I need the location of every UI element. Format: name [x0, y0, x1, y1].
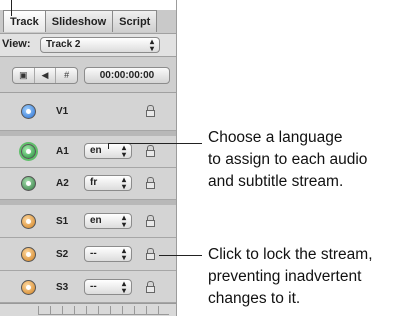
track-inspector-panel: Track Slideshow Script View: Track 2 ▴ ▾ … — [0, 0, 177, 316]
grid-icon[interactable]: # — [56, 68, 77, 83]
language-value: -- — [90, 248, 97, 259]
stream-label: A2 — [56, 178, 69, 189]
display-mode-buttons: ▣ ◀ # — [12, 67, 78, 84]
chevron-updown-icon: ▴ ▾ — [121, 143, 126, 159]
speaker-icon[interactable]: ◀ — [35, 68, 57, 83]
language-value: -- — [90, 281, 97, 292]
film-icon[interactable]: ▣ — [13, 68, 35, 83]
stream-label: S2 — [56, 249, 69, 260]
lock-icon[interactable] — [146, 177, 155, 189]
lock-icon[interactable] — [146, 105, 155, 117]
lock-icon[interactable] — [146, 145, 155, 157]
timeline-zoom-bar — [0, 303, 176, 316]
view-select-value: Track 2 — [46, 39, 81, 50]
stream-row-a2[interactable]: A2 fr ▴ ▾ — [0, 168, 176, 200]
lock-icon[interactable] — [146, 281, 155, 293]
stream-row-s1[interactable]: S1 en ▴ ▾ — [0, 205, 176, 238]
callout-lock-line-1: Click to lock the stream, — [208, 246, 373, 263]
timecode-field[interactable]: 00:00:00:00 — [84, 67, 170, 84]
lock-icon[interactable] — [146, 215, 155, 227]
callout-lock-line-2: preventing inadvertent — [208, 268, 362, 285]
subtitle-stream-icon — [21, 247, 36, 262]
subtitle-stream-icon — [21, 214, 36, 229]
callout-language-line-2: to assign to each audio — [208, 151, 368, 168]
callout-lock: Click to lock the stream, preventing ina… — [208, 244, 373, 310]
tab-track[interactable]: Track — [3, 10, 46, 32]
view-select[interactable]: Track 2 ▴ ▾ — [40, 37, 160, 53]
callout-language-line-1: Choose a language — [208, 129, 343, 146]
toolbar-row: ▣ ◀ # 00:00:00:00 — [0, 57, 176, 93]
language-value: en — [90, 215, 102, 226]
tab-bar: Track Slideshow Script — [3, 10, 158, 33]
chevron-updown-icon: ▴ ▾ — [121, 213, 126, 229]
tab-script[interactable]: Script — [112, 10, 158, 32]
chevron-updown-icon: ▴ ▾ — [121, 279, 126, 295]
language-select[interactable]: -- ▴ ▾ — [84, 279, 132, 295]
callout-line-tabs — [11, 0, 12, 16]
callout-language-line-3: and subtitle stream. — [208, 173, 344, 190]
stream-label: S1 — [56, 216, 69, 227]
top-strip — [0, 0, 176, 10]
tab-slideshow[interactable]: Slideshow — [44, 10, 114, 32]
stream-row-a1[interactable]: A1 en ▴ ▾ — [0, 136, 176, 168]
stream-label: A1 — [56, 146, 69, 157]
language-value: fr — [90, 177, 98, 188]
chevron-updown-icon: ▴ ▾ — [149, 37, 154, 53]
stream-row-s3[interactable]: S3 -- ▴ ▾ — [0, 271, 176, 303]
language-select[interactable]: en ▴ ▾ — [84, 213, 132, 229]
zoom-slider[interactable] — [38, 306, 169, 315]
stream-row-v1[interactable]: V1 — [0, 93, 176, 131]
chevron-updown-icon: ▴ ▾ — [121, 246, 126, 262]
stream-label: S3 — [56, 282, 69, 293]
language-select[interactable]: fr ▴ ▾ — [84, 175, 132, 191]
callout-line-lock — [159, 255, 202, 256]
callout-line-language — [108, 143, 202, 144]
callout-language: Choose a language to assign to each audi… — [208, 127, 367, 193]
video-stream-icon — [21, 104, 36, 119]
callout-lock-line-3: changes to it. — [208, 290, 301, 307]
chevron-updown-icon: ▴ ▾ — [121, 175, 126, 191]
language-value: en — [90, 145, 102, 156]
view-label: View: — [2, 38, 31, 50]
audio-stream-icon — [21, 144, 36, 159]
lock-icon[interactable] — [146, 248, 155, 260]
subtitle-stream-icon — [21, 280, 36, 295]
language-select[interactable]: -- ▴ ▾ — [84, 246, 132, 262]
view-row: View: Track 2 ▴ ▾ — [0, 33, 176, 57]
audio-stream-icon — [21, 176, 36, 191]
stream-label: V1 — [56, 106, 69, 117]
stream-row-s2[interactable]: S2 -- ▴ ▾ — [0, 238, 176, 271]
